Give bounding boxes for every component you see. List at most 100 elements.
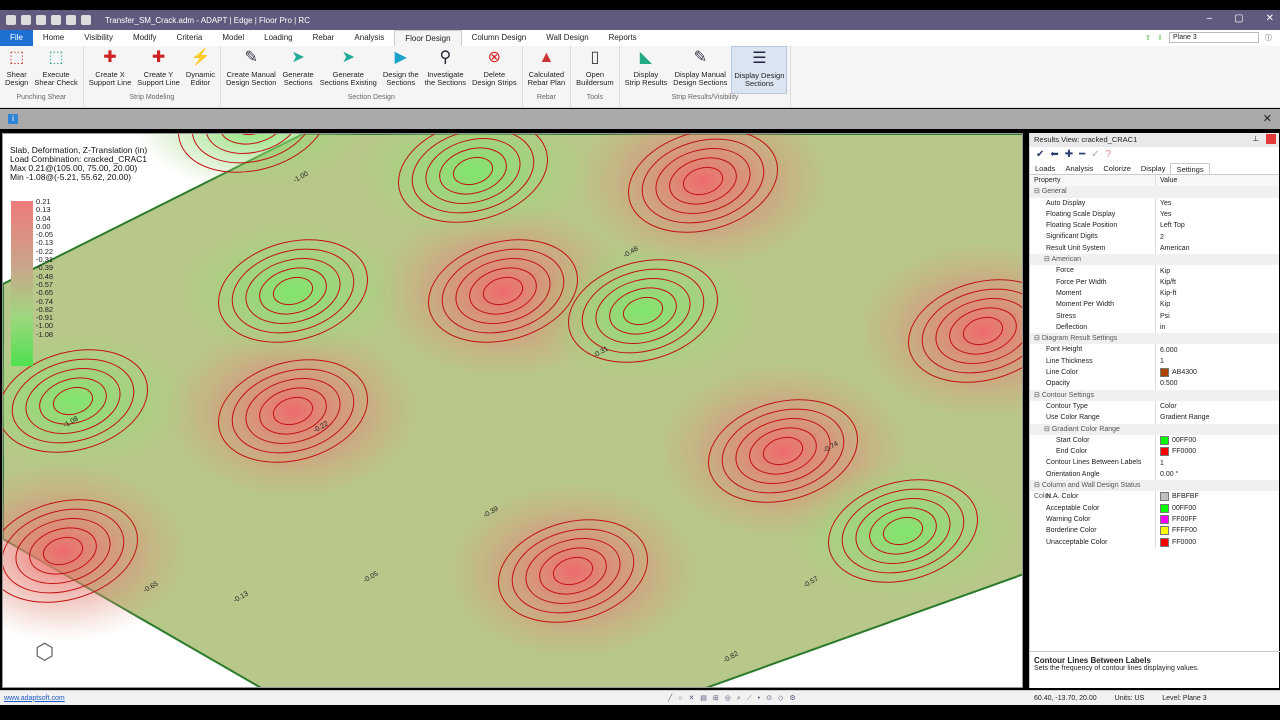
panel-tab-loads[interactable]: Loads [1030, 163, 1060, 174]
panel-tab-display[interactable]: Display [1136, 163, 1171, 174]
ribbon-button-open-buildersum[interactable]: ▯ Open Buildersum [574, 46, 616, 94]
up-arrow-icon[interactable]: ⇧ [1145, 34, 1151, 42]
property-row[interactable]: Contour Type Color [1030, 400, 1279, 413]
down-arrow-icon[interactable]: ⇩ [1157, 34, 1163, 42]
property-row[interactable]: Acceptable Color 00FF00 [1030, 502, 1279, 514]
pin-icon[interactable]: ⊥ [1252, 134, 1259, 143]
property-value[interactable]: FF0000 [1156, 537, 1196, 547]
property-value[interactable]: Kip [1156, 301, 1170, 308]
property-value[interactable]: 6.000 [1156, 347, 1178, 354]
property-row[interactable]: Significant Digits 2 [1030, 231, 1279, 243]
ribbon-button-generate-sections[interactable]: ➤ Generate Sections [280, 46, 315, 94]
ribbon-button-dynamic-editor[interactable]: ⚡ Dynamic Editor [184, 46, 217, 94]
ribbon-button-create-manual-design-section[interactable]: ✎ Create Manual Design Section [224, 46, 278, 94]
view-cube-icon[interactable]: ⬡ [35, 639, 54, 665]
tab-modify[interactable]: Modify [123, 30, 167, 46]
property-value[interactable]: 0.00 ° [1156, 471, 1178, 478]
property-value[interactable]: AB4300 [1156, 368, 1197, 378]
property-value[interactable]: Yes [1156, 211, 1171, 218]
add-icon[interactable]: ✚ [1065, 149, 1073, 161]
property-row[interactable]: Force Per Width Kip/ft [1030, 276, 1279, 288]
help-question-icon[interactable]: ? [1106, 149, 1112, 161]
property-row[interactable]: ⊟ Column and Wall Design Status Color [1030, 480, 1279, 500]
tab-rebar[interactable]: Rebar [303, 30, 345, 46]
close-icon[interactable]: ✕ [1266, 13, 1274, 24]
ribbon-button-shear-design[interactable]: ⬚ Shear Design [3, 46, 30, 94]
ribbon-button-calculated-rebar-plan[interactable]: ▲ Calculated Rebar Plan [526, 46, 568, 94]
property-value[interactable]: Kip-ft [1156, 290, 1176, 297]
property-value[interactable]: in [1156, 324, 1165, 331]
property-row[interactable]: Deflection in [1030, 321, 1279, 334]
property-row[interactable]: Force Kip [1030, 265, 1279, 277]
tab-reports[interactable]: Reports [599, 30, 647, 46]
property-row[interactable]: Start Color 00FF00 [1030, 434, 1279, 447]
panel-tab-settings[interactable]: Settings [1170, 163, 1210, 174]
back-arrow-icon[interactable]: ⬅ [1050, 149, 1058, 161]
property-value[interactable]: Left Top [1156, 222, 1185, 229]
ribbon-button-design-the-sections[interactable]: ▶ Design the Sections [381, 46, 421, 94]
ribbon-button-display-manual-design-sections[interactable]: ✎ Display Manual Design Sections [671, 46, 729, 94]
remove-icon[interactable]: ━ [1079, 149, 1085, 161]
property-row[interactable]: N.A. Color BFBFBF [1030, 491, 1279, 503]
snap-tools-icons[interactable]: ╱○✕▤⊞◎⌕⟋•⊙◇⚙ [668, 694, 802, 703]
property-row[interactable]: Borderline Color FFFF00 [1030, 525, 1279, 537]
ribbon-button-generate-sections-existing[interactable]: ➤ Generate Sections Existing [318, 46, 379, 94]
property-value[interactable]: 2 [1156, 234, 1164, 241]
property-row[interactable]: ⊟ American [1030, 254, 1279, 266]
property-row[interactable]: Stress Psi [1030, 310, 1279, 322]
tab-home[interactable]: Home [33, 30, 74, 46]
property-value[interactable]: Psi [1156, 313, 1170, 320]
property-value[interactable]: Yes [1156, 200, 1171, 207]
ribbon-button-investigate-the-sections[interactable]: ⚲ Investigate the Sections [423, 46, 468, 94]
property-row[interactable]: Line Color AB4300 [1030, 367, 1279, 379]
ribbon-button-execute-shear-check[interactable]: ⬚ Execute Shear Check [32, 46, 79, 94]
plane-selector[interactable]: Plane 3 [1169, 32, 1259, 43]
tab-loading[interactable]: Loading [254, 30, 302, 46]
property-row[interactable]: Orientation Angle 0.00 ° [1030, 468, 1279, 481]
tab-visibility[interactable]: Visibility [74, 30, 123, 46]
panel-tab-analysis[interactable]: Analysis [1060, 163, 1098, 174]
property-row[interactable]: End Color FF0000 [1030, 446, 1279, 458]
quick-access-toolbar[interactable] [0, 15, 91, 25]
property-row[interactable]: Unacceptable Color FF0000 [1030, 536, 1279, 548]
property-row[interactable]: Opacity 0.500 [1030, 378, 1279, 390]
property-row[interactable]: ⊟ Gradiant Color Range [1030, 423, 1279, 435]
property-row[interactable]: Result Unit System American [1030, 242, 1279, 255]
property-value[interactable]: BFBFBF [1156, 492, 1199, 502]
property-value[interactable]: Kip/ft [1156, 279, 1176, 286]
ribbon-button-create-x-support-line[interactable]: ✚ Create X Support Line [87, 46, 134, 94]
validate-icon[interactable]: ✓ [1091, 149, 1099, 161]
tab-file[interactable]: File [0, 30, 33, 46]
panel-close-icon[interactable] [1266, 134, 1276, 144]
property-row[interactable]: Moment Per Width Kip [1030, 299, 1279, 311]
property-value[interactable]: 0.500 [1156, 380, 1178, 387]
tab-model[interactable]: Model [212, 30, 254, 46]
panel-tab-colorize[interactable]: Colorize [1098, 163, 1136, 174]
maximize-icon[interactable]: ▢ [1234, 13, 1243, 24]
property-value[interactable]: Gradient Range [1156, 414, 1209, 421]
tab-column-design[interactable]: Column Design [462, 30, 537, 46]
property-value[interactable]: 00FF00 [1156, 503, 1196, 513]
property-row[interactable]: Line Thickness 1 [1030, 355, 1279, 368]
property-value[interactable]: Kip [1156, 268, 1170, 275]
property-row[interactable]: Floating Scale Display Yes [1030, 208, 1279, 221]
property-row[interactable]: Font Height 6.000 [1030, 344, 1279, 356]
property-row[interactable]: Use Color Range Gradient Range [1030, 412, 1279, 424]
minimize-icon[interactable]: – [1207, 13, 1213, 24]
property-row[interactable]: Warning Color FF00FF [1030, 513, 1279, 526]
property-row[interactable]: ⊟ Contour Settings [1030, 389, 1279, 401]
property-value[interactable]: FF00FF [1156, 515, 1197, 525]
ribbon-button-display-design-sections[interactable]: ☰ Display Design Sections [731, 46, 788, 94]
tab-wall-design[interactable]: Wall Design [536, 30, 598, 46]
ribbon-button-create-y-support-line[interactable]: ✚ Create Y Support Line [135, 46, 182, 94]
property-value[interactable]: Color [1156, 403, 1177, 410]
property-value[interactable]: 1 [1156, 460, 1164, 467]
help-icon[interactable]: ⓘ [1265, 33, 1272, 43]
ribbon-button-delete-design-strips[interactable]: ⊗ Delete Design Strips [470, 46, 519, 94]
property-row[interactable]: Moment Kip-ft [1030, 287, 1279, 300]
property-value[interactable]: FF0000 [1156, 447, 1196, 457]
ribbon-button-display-strip-results[interactable]: ◣ Display Strip Results [623, 46, 670, 94]
tab-floor-design[interactable]: Floor Design [394, 30, 462, 46]
apply-check-icon[interactable]: ✔ [1036, 149, 1044, 161]
property-row[interactable]: Floating Scale Position Left Top [1030, 220, 1279, 232]
